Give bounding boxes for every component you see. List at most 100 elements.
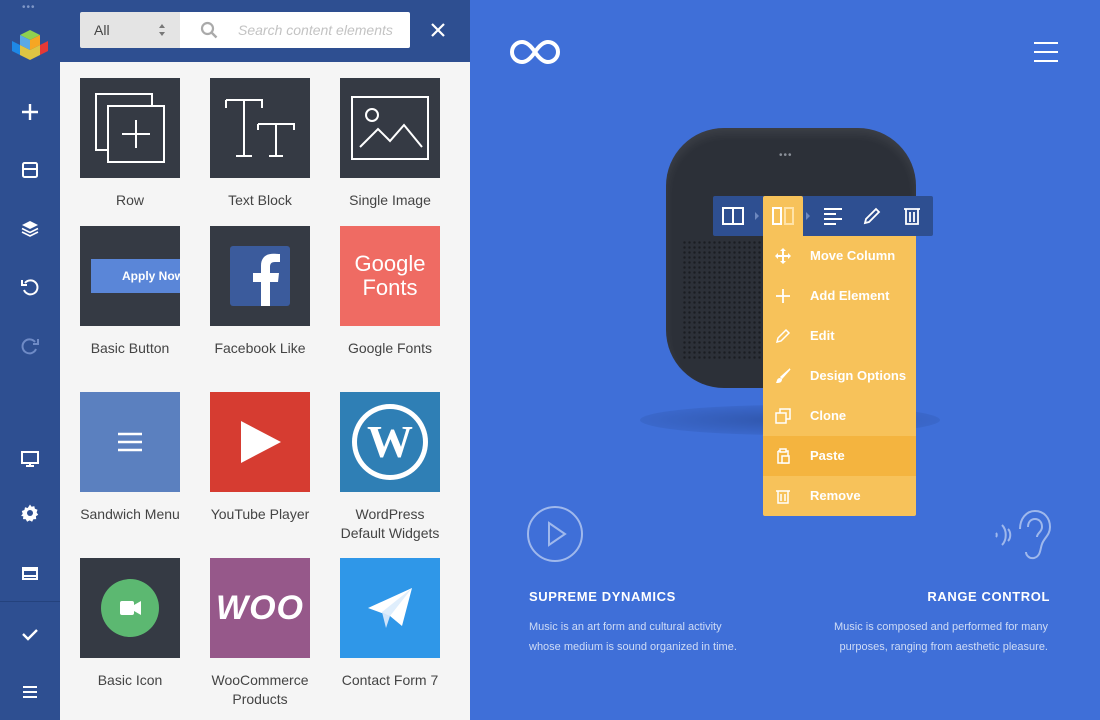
search-input[interactable] <box>238 12 406 48</box>
menu-item-label: Paste <box>810 448 845 463</box>
facebook-icon <box>230 246 290 306</box>
clone-icon <box>775 408 791 424</box>
element-label: Sandwich Menu <box>80 506 180 522</box>
settings-button[interactable] <box>0 493 60 533</box>
menu-item-design-options[interactable]: Design Options <box>763 356 916 396</box>
column-icon <box>772 207 794 225</box>
element-contact-form-7[interactable]: Contact Form 7 <box>325 558 455 690</box>
apply-now-sample: Apply Now <box>91 259 180 293</box>
element-row[interactable]: Row <box>65 78 195 210</box>
check-icon <box>22 629 38 641</box>
delete-control-button[interactable] <box>892 196 932 236</box>
frontend-store-button[interactable] <box>0 553 60 593</box>
row-control-button[interactable] <box>713 196 753 236</box>
menu-item-remove[interactable]: Remove <box>763 476 916 516</box>
panel-header: All <box>60 0 470 62</box>
speaker-buttons: ••• <box>779 150 793 161</box>
element-text-block[interactable]: Text Block <box>195 78 325 210</box>
text-block-control-button[interactable] <box>813 196 853 236</box>
drag-handle-dots[interactable]: ••• <box>22 2 36 13</box>
element-google-fonts[interactable]: Google Fonts Google Fonts <box>325 226 455 358</box>
feature-text-right: Music is composed and performed for many… <box>834 617 1048 657</box>
element-label: Basic Button <box>90 340 170 356</box>
menu-item-paste[interactable]: Paste <box>763 436 916 476</box>
app-logo-icon[interactable] <box>10 28 50 62</box>
single-image-thumbnail <box>340 78 440 178</box>
feature-title-right: RANGE CONTROL <box>927 589 1050 604</box>
element-label: Contact Form 7 <box>341 672 439 688</box>
label-line1: WordPress <box>355 506 425 522</box>
element-label: Row <box>115 192 144 208</box>
column-controls-toolbar <box>713 196 933 236</box>
search-icon <box>200 21 218 39</box>
woocommerce-thumbnail: WOO <box>210 558 310 658</box>
element-single-image[interactable]: Single Image <box>325 78 455 210</box>
menu-item-edit[interactable]: Edit <box>763 316 916 356</box>
menu-item-clone[interactable]: Clone <box>763 396 916 436</box>
woocommerce-logo: WOO <box>216 588 304 627</box>
element-sandwich-menu[interactable]: Sandwich Menu <box>65 392 195 524</box>
menu-item-add-element[interactable]: Add Element <box>763 276 916 316</box>
row-layout-icon <box>722 207 744 225</box>
element-label: Text Block <box>228 192 292 208</box>
layers-button[interactable] <box>0 208 60 248</box>
element-youtube-player[interactable]: YouTube Player <box>195 392 325 524</box>
wordpress-icon: W <box>352 404 428 480</box>
column-context-menu: Move Column Add Element Edit Design Opti… <box>763 236 916 516</box>
basic-button-thumbnail: Apply Now <box>80 226 180 326</box>
menu-button[interactable] <box>0 672 60 712</box>
plus-icon <box>776 289 790 303</box>
element-basic-button[interactable]: Apply Now Basic Button <box>65 226 195 358</box>
play-circle-icon <box>527 506 583 562</box>
paper-plane-icon <box>368 588 412 628</box>
element-woocommerce-products[interactable]: WOO WooCommerce Products <box>195 558 325 709</box>
store-icon <box>22 567 38 580</box>
site-menu-button[interactable] <box>1034 42 1060 62</box>
element-basic-icon[interactable]: Basic Icon <box>65 558 195 690</box>
svg-text:W: W <box>367 416 413 467</box>
move-icon <box>775 248 791 264</box>
basic-icon-thumbnail <box>80 558 180 658</box>
undo-button[interactable] <box>0 267 60 307</box>
label-line2: Default Widgets <box>340 525 440 541</box>
feature-text-line: purposes, ranging from aesthetic pleasur… <box>839 641 1048 653</box>
element-facebook-like[interactable]: Facebook Like <box>195 226 325 358</box>
contact-form-thumbnail <box>340 558 440 658</box>
speaker-grill <box>682 240 762 360</box>
category-filter-select[interactable]: All <box>80 12 180 48</box>
menu-item-label: Edit <box>810 328 835 343</box>
rail-divider <box>0 601 60 602</box>
row-icon <box>95 93 165 163</box>
text-block-thumbnail <box>210 78 310 178</box>
element-label: Google Fonts <box>347 340 433 356</box>
sandwich-menu-thumbnail <box>80 392 180 492</box>
video-camera-icon <box>101 579 159 637</box>
edit-control-button[interactable] <box>852 196 892 236</box>
responsive-preview-button[interactable] <box>0 439 60 479</box>
select-arrows-icon <box>159 24 165 36</box>
brush-icon <box>776 368 791 383</box>
feature-text-line: Music is composed and performed for many <box>834 621 1048 633</box>
trash-icon <box>904 208 920 225</box>
image-icon <box>351 96 429 160</box>
infinity-logo-icon[interactable] <box>508 38 562 66</box>
search-box <box>180 12 410 48</box>
desktop-icon <box>21 451 39 467</box>
element-wordpress-widgets[interactable]: W WordPress Default Widgets <box>325 392 455 543</box>
column-control-button[interactable] <box>763 196 803 236</box>
menu-item-label: Remove <box>810 488 861 503</box>
label-line2: Products <box>232 691 288 707</box>
hamburger-icon <box>118 432 142 452</box>
redo-button[interactable] <box>0 326 60 366</box>
google-fonts-thumbnail: Google Fonts <box>340 226 440 326</box>
feature-text-line: whose medium is sound organized in time. <box>529 641 737 653</box>
play-icon <box>241 421 281 463</box>
save-button[interactable] <box>0 614 60 654</box>
templates-button[interactable] <box>0 150 60 190</box>
add-element-button[interactable] <box>0 92 60 132</box>
element-label: WooCommerce Products <box>195 671 325 709</box>
element-label: Facebook Like <box>214 340 306 356</box>
caret-icon <box>806 212 810 220</box>
close-panel-icon[interactable] <box>426 18 450 42</box>
menu-item-move-column[interactable]: Move Column <box>763 236 916 276</box>
